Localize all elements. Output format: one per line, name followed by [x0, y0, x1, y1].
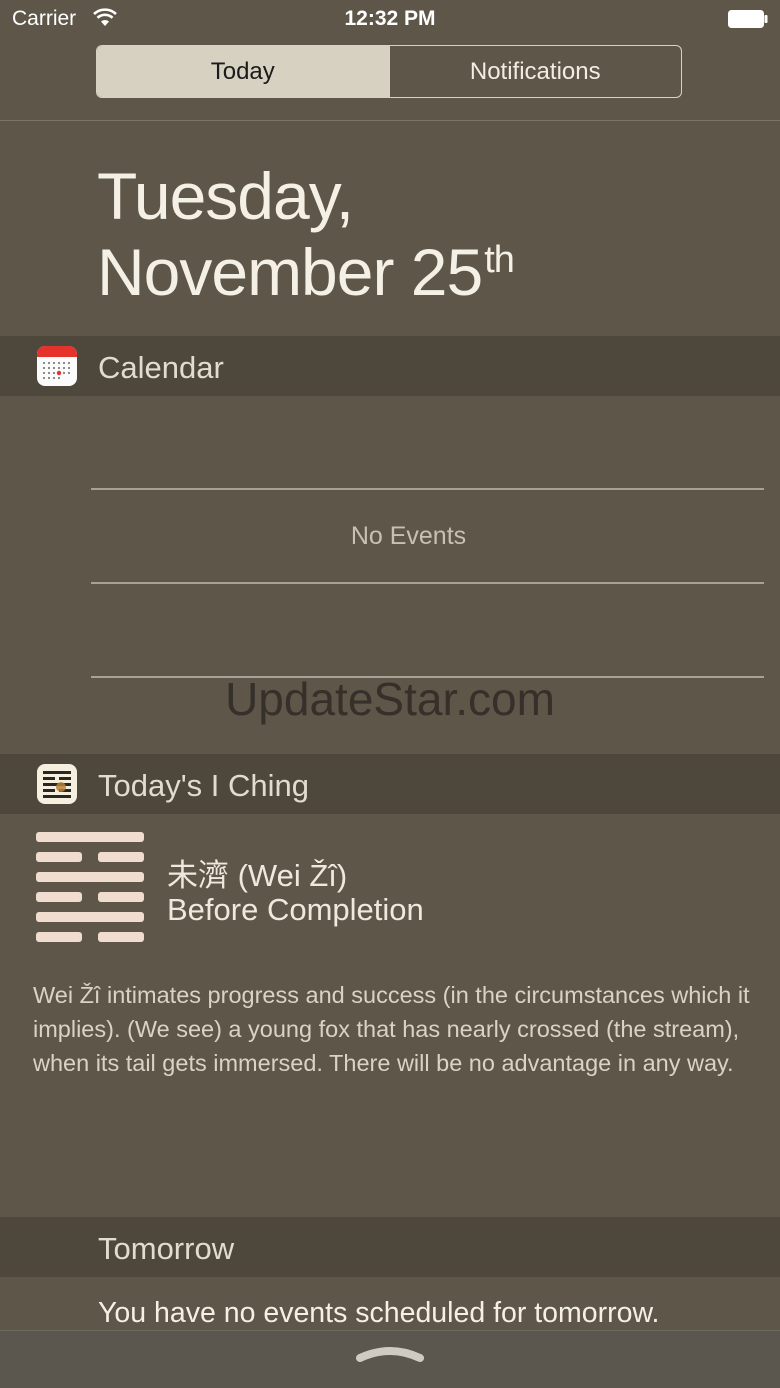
iching-section-header[interactable]: Today's I Ching — [0, 754, 780, 814]
hexagram-subtitle: Before Completion — [167, 892, 424, 927]
grabber-handle-icon[interactable] — [356, 1342, 424, 1366]
status-time: 12:32 PM — [344, 7, 436, 30]
calendar-app-icon — [37, 346, 77, 386]
tab-today[interactable]: Today — [97, 46, 389, 97]
tomorrow-title: Tomorrow — [98, 1231, 235, 1266]
status-bar: Carrier 12:32 PM — [0, 0, 780, 40]
header-divider — [0, 120, 780, 121]
calendar-section-header[interactable]: Calendar — [0, 336, 780, 396]
no-events-label: No Events — [350, 522, 467, 550]
calendar-divider-1 — [91, 488, 764, 490]
iching-app-icon — [37, 764, 77, 804]
battery-icon — [728, 10, 768, 28]
calendar-title: Calendar — [98, 350, 224, 385]
today-notifications-segmented-control: Today Notifications — [96, 45, 682, 98]
date-heading: Tuesday, November 25th — [97, 158, 515, 310]
date-suffix: th — [484, 239, 515, 281]
iching-title: Today's I Ching — [98, 768, 309, 803]
hexagram-description: Wei Žî intimates progress and success (i… — [33, 982, 750, 1076]
hexagram-icon — [36, 832, 144, 942]
date-month-day: November 25th — [97, 234, 515, 310]
date-weekday: Tuesday, — [97, 159, 354, 233]
date-month-day-text: November 25 — [97, 235, 483, 309]
tomorrow-summary: You have no events scheduled for tomorro… — [98, 1297, 660, 1329]
tomorrow-section-header: Tomorrow — [0, 1217, 780, 1277]
tab-notifications[interactable]: Notifications — [388, 46, 682, 97]
hexagram-name: 未濟 (Wei Žî) — [167, 858, 348, 893]
watermark: UpdateStar.com — [225, 673, 555, 725]
calendar-divider-2 — [91, 582, 764, 584]
